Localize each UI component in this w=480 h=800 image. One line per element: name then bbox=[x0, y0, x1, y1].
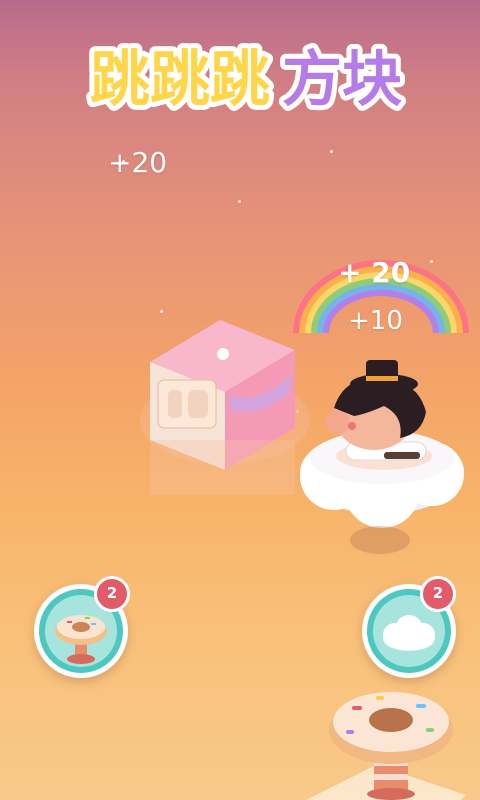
title-part-1: 跳跳跳 bbox=[90, 45, 270, 115]
game-title-logo: 跳跳跳 方块 bbox=[82, 40, 412, 120]
game-scene[interactable]: 跳跳跳 方块 +20 + 20 +10 2 2 bbox=[0, 0, 480, 800]
character-shadow bbox=[350, 526, 410, 554]
pink-cube-platform bbox=[140, 320, 310, 495]
score-popup-left: +20 bbox=[108, 146, 168, 179]
title-part-2: 方块 bbox=[282, 45, 402, 115]
donut-platform bbox=[329, 692, 453, 800]
cloud-count-badge: 2 bbox=[420, 576, 456, 612]
score-popup-rainbow: + 20 bbox=[338, 256, 411, 289]
score-popup-below: +10 bbox=[348, 306, 403, 336]
player-character bbox=[326, 360, 432, 470]
donut-count-badge: 2 bbox=[94, 576, 130, 612]
